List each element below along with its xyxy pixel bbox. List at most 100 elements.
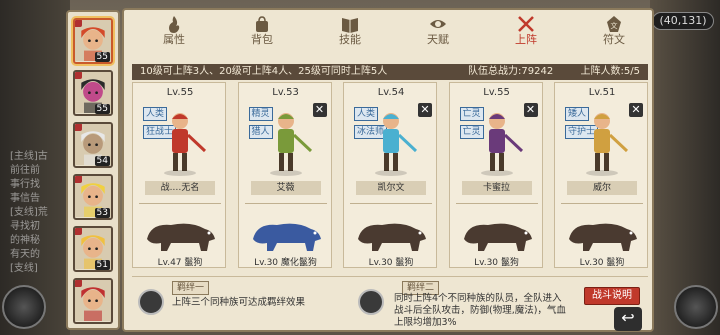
quest-log-line: [支线] [10, 263, 38, 274]
quest-log-line: 前往前 [10, 165, 40, 176]
tab-3[interactable]: 天赋 [408, 14, 468, 50]
hero-tag-icon [75, 124, 82, 131]
bond-two-icon [358, 289, 384, 315]
hero-level: Lv.55 [483, 87, 510, 98]
pet-hyena-icon [147, 223, 215, 251]
hero-portrait[interactable]: 55 [73, 70, 113, 116]
hero-portrait[interactable]: 53 [73, 174, 113, 220]
tab-5[interactable]: 文符文 [584, 14, 644, 50]
tab-4[interactable]: 上阵 [496, 14, 556, 50]
hero-tag-icon [75, 176, 82, 183]
hero-level: 55 [94, 104, 110, 114]
remove-hero-button[interactable]: ✕ [523, 103, 538, 117]
hero-portrait[interactable]: 54 [73, 122, 113, 168]
quest-log: [主线]古 前往前 事行找 事信告 [支线]荒 寻找初 的神秘 有天的 [支线] [10, 150, 66, 276]
info-bar: 10级可上阵3人、20级可上阵4人、25级可同时上阵5人 队伍总战力:79242… [132, 64, 648, 80]
crossed-swords-icon [518, 16, 534, 32]
quest-log-line: [主线]古 [10, 151, 48, 162]
eye-icon [430, 20, 446, 28]
bond-one-text: 上阵三个同种族可达成羁绊效果 [172, 297, 306, 308]
card-divider [561, 203, 643, 204]
pet-label: Lv.30 鬣狗 [474, 258, 519, 268]
bond-one-icon [138, 289, 164, 315]
hero-tag-icon [75, 228, 82, 235]
tab-label: 符文 [603, 33, 625, 46]
pet-hyena-icon [358, 223, 426, 251]
tab-label: 天赋 [427, 33, 449, 46]
pet-hyena-icon [463, 223, 532, 251]
svg-text:文: 文 [611, 21, 618, 30]
hero-portrait[interactable]: 55 [73, 18, 113, 64]
hero-level: 55 [94, 52, 110, 62]
formation-panel: 属性 背包 技能 天赋 上阵 文符文 10级可上阵3人、20级可上阵4人、25级可同时上阵… [122, 8, 654, 332]
book-icon [342, 18, 358, 33]
hero-figure [375, 113, 418, 176]
bond-one-title: 羁绊一 [172, 281, 210, 295]
joystick-button[interactable] [2, 285, 46, 329]
hero-figure [480, 113, 523, 176]
hero-name: 艾薇 [250, 181, 321, 195]
hero-level: Lv.51 [588, 87, 616, 98]
hero-level: 51 [94, 260, 110, 270]
quest-log-line: 事信告 [10, 193, 40, 204]
remove-hero-button[interactable]: ✕ [418, 103, 432, 117]
card-divider [139, 203, 221, 204]
tab-label: 背包 [251, 33, 273, 46]
hero-level: Lv.53 [272, 87, 299, 98]
hero-card[interactable]: Lv.55 人类 狂战士 战.…无名 Lv.47 鬣狗 [132, 82, 226, 268]
card-divider [244, 203, 327, 204]
card-divider [455, 203, 538, 204]
hero-name: 战.…无名 [145, 181, 215, 195]
card-divider [350, 203, 432, 204]
team-count: 上阵人数:5/5 [580, 66, 640, 77]
hero-card[interactable]: Lv.51 矮人 守护士 ✕ 威尔 Lv.30 鬣狗 [554, 82, 648, 268]
hero-level: Lv.54 [377, 87, 405, 98]
tab-label: 技能 [339, 33, 361, 46]
hero-level: Lv.55 [166, 87, 194, 98]
quest-log-line: [支线]荒 [10, 207, 48, 218]
hero-cards: Lv.55 人类 狂战士 战.…无名 Lv.47 鬣狗 Lv.53 精灵 猎人 ✕ 艾薇 Lv.30… [132, 82, 648, 272]
tab-label: 上阵 [515, 33, 537, 46]
bond-two-text: 同时上阵4个不同种族的队员，全队进入战斗后全队攻击，防御(物理,魔法)，气血上限… [394, 293, 566, 328]
right-world-strip [650, 0, 720, 335]
bag-icon [256, 16, 268, 32]
rune-icon: 文 [607, 16, 621, 32]
battle-info-button[interactable]: 战斗说明 [584, 287, 640, 305]
hero-figure [164, 113, 207, 176]
tab-bar: 属性 背包 技能 天赋 上阵 文符文 [144, 14, 644, 50]
tab-1[interactable]: 背包 [232, 14, 292, 50]
formation-rule: 10级可上阵3人、20级可上阵4人、25级可同时上阵5人 [140, 66, 388, 77]
hero-tag-icon [75, 72, 82, 79]
hero-figure [586, 113, 629, 176]
bond-section: 羁绊一 上阵三个同种族可达成羁绊效果 羁绊二 同时上阵4个不同种族的队员，全队进… [132, 276, 648, 328]
hero-name: 凯尔文 [356, 181, 426, 195]
hero-portrait[interactable] [73, 278, 113, 324]
hero-sidebar: 55 55 54 53 51 [66, 10, 120, 330]
tab-2[interactable]: 技能 [320, 14, 380, 50]
hero-figure [269, 113, 312, 176]
quest-log-line: 有天的 [10, 249, 40, 260]
action-button[interactable] [674, 285, 718, 329]
pet-label: Lv.47 鬣狗 [157, 258, 203, 268]
hero-portrait[interactable]: 51 [73, 226, 113, 272]
quest-log-line: 的神秘 [10, 235, 40, 246]
hero-card[interactable]: Lv.54 人类 冰法师 ✕ 凯尔文 Lv.30 鬣狗 [343, 82, 437, 268]
pet-label: Lv.30 鬣狗 [579, 258, 625, 268]
remove-hero-button[interactable]: ✕ [629, 103, 643, 117]
pet-label: Lv.30 鬣狗 [368, 258, 414, 268]
back-icon[interactable]: ↩ [614, 307, 642, 331]
hero-name: 卡蜜拉 [461, 181, 532, 195]
hero-card[interactable]: Lv.55 亡灵 亡灵 ✕ 卡蜜拉 Lv.30 鬣狗 [448, 82, 543, 268]
hero-name: 威尔 [567, 181, 637, 195]
pet-hyena-icon [569, 223, 637, 251]
hero-tag-icon [75, 20, 82, 27]
tab-label: 属性 [163, 33, 185, 46]
remove-hero-button[interactable]: ✕ [312, 103, 327, 117]
quest-log-line: 寻找初 [10, 221, 40, 232]
team-power: 队伍总战力:79242 [468, 66, 554, 77]
hero-level: 53 [94, 208, 110, 218]
hero-card[interactable]: Lv.53 精灵 猎人 ✕ 艾薇 Lv.30 魔化鬣狗 [237, 82, 332, 268]
pet-label: Lv.30 魔化鬣狗 [254, 258, 317, 268]
hero-level: 54 [94, 156, 110, 166]
tab-0[interactable]: 属性 [144, 14, 204, 50]
